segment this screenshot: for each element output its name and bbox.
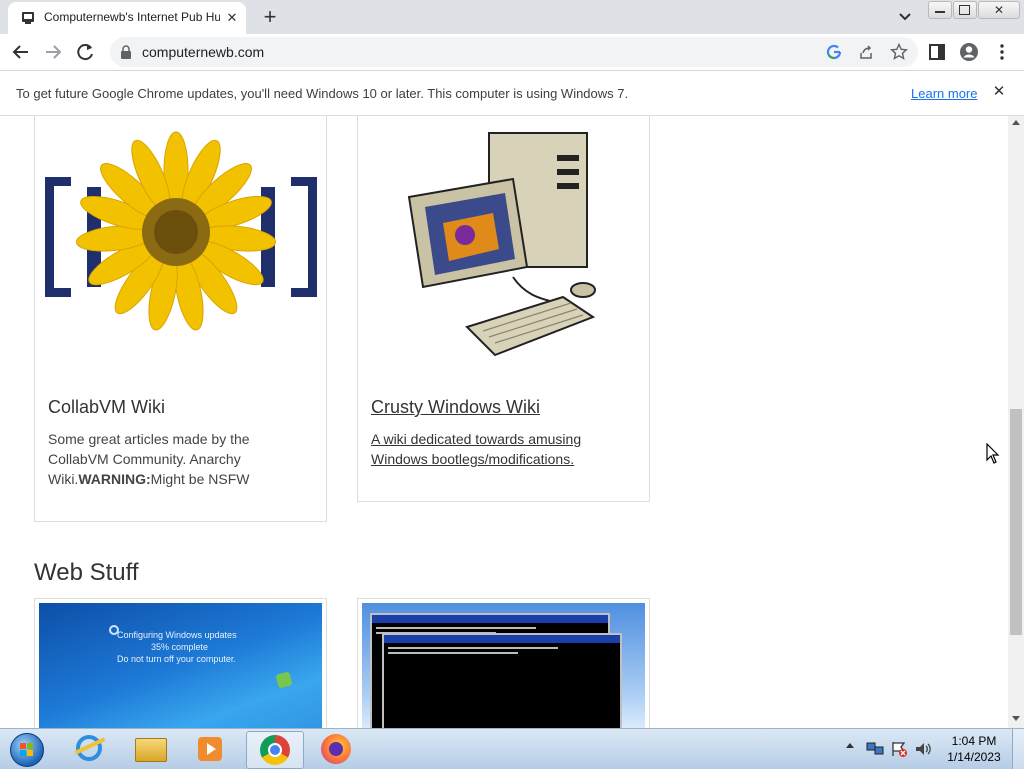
title-bar: Computernewb's Internet Pub Hub ✕ + ✕ (0, 0, 1024, 34)
side-panel-icon[interactable] (924, 40, 950, 64)
address-bar[interactable]: computernewb.com (110, 37, 918, 67)
web-stuff-card[interactable]: Configuring Windows updates 35% complete… (34, 598, 327, 728)
console-window (382, 633, 622, 728)
internet-explorer-taskbar-button[interactable] (62, 731, 118, 767)
show-hidden-icons[interactable] (846, 743, 854, 748)
page-content: CollabVM Wiki Some great articles made b… (0, 116, 1008, 728)
card-title[interactable]: CollabVM Wiki (48, 397, 165, 418)
minimize-button[interactable] (928, 1, 952, 19)
internet-explorer-icon (74, 735, 106, 761)
file-explorer-taskbar-button[interactable] (122, 731, 178, 767)
update-line: Do not turn off your computer. (117, 654, 236, 664)
reload-icon[interactable] (73, 40, 99, 64)
update-infobar: To get future Google Chrome updates, you… (0, 71, 1024, 116)
browser-tab[interactable]: Computernewb's Internet Pub Hub ✕ (8, 2, 246, 34)
site-favicon-icon (22, 12, 34, 24)
scroll-thumb[interactable] (1010, 409, 1022, 635)
retro-computer-image[interactable] (403, 127, 603, 362)
windows-logo-icon (275, 671, 293, 689)
windows-update-image[interactable]: Configuring Windows updates 35% complete… (39, 603, 322, 728)
network-icon[interactable] (866, 741, 884, 757)
card-description-warning: Might be NSFW (150, 471, 250, 487)
folder-icon (135, 738, 167, 762)
collabvm-wiki-card[interactable]: CollabVM Wiki Some great articles made b… (34, 116, 327, 522)
bookmark-star-icon[interactable] (890, 43, 908, 61)
lock-icon[interactable] (120, 45, 132, 59)
new-tab-button[interactable]: + (256, 4, 284, 30)
firefox-icon (321, 734, 351, 764)
card-description: Some great articles made by the CollabVM… (48, 429, 308, 489)
restore-button[interactable] (953, 1, 977, 19)
card-title[interactable]: Crusty Windows Wiki (371, 397, 540, 418)
tab-search-icon[interactable] (892, 6, 918, 28)
action-center-flag-icon[interactable] (890, 741, 908, 757)
scroll-up-icon[interactable] (1012, 120, 1020, 125)
media-player-taskbar-button[interactable] (182, 731, 238, 767)
chrome-taskbar-button[interactable] (246, 731, 304, 769)
volume-icon[interactable] (914, 741, 932, 757)
crusty-windows-wiki-card[interactable]: Crusty Windows Wiki A wiki dedicated tow… (357, 116, 650, 502)
mouse-cursor-icon (986, 443, 1000, 464)
menu-kebab-icon[interactable] (989, 40, 1015, 64)
scroll-down-icon[interactable] (1012, 716, 1020, 721)
google-icon[interactable] (826, 44, 842, 60)
close-window-button[interactable]: ✕ (978, 1, 1020, 19)
sunflower-logo-image[interactable] (41, 122, 321, 357)
start-orb-icon (10, 733, 44, 767)
media-player-icon (198, 737, 222, 761)
show-desktop-button[interactable] (1012, 729, 1024, 769)
forward-icon[interactable] (40, 40, 66, 64)
warning-label: WARNING: (78, 471, 151, 487)
start-button[interactable] (2, 731, 52, 767)
firefox-taskbar-button[interactable] (308, 731, 364, 767)
web-stuff-card[interactable] (357, 598, 650, 728)
update-line: Configuring Windows updates (117, 630, 237, 640)
command-prompt-image[interactable] (362, 603, 645, 728)
profile-avatar-icon[interactable] (956, 40, 982, 64)
tab-title: Computernewb's Internet Pub Hub (44, 10, 220, 24)
chrome-icon (260, 735, 290, 765)
browser-toolbar: computernewb.com (0, 34, 1024, 71)
system-clock[interactable]: 1:04 PM 1/14/2023 (940, 733, 1008, 765)
url-text: computernewb.com (142, 44, 265, 60)
infobar-message: To get future Google Chrome updates, you… (16, 86, 629, 101)
share-icon[interactable] (858, 44, 874, 60)
clock-date: 1/14/2023 (947, 750, 1001, 764)
tab-close-icon[interactable]: ✕ (222, 8, 242, 28)
section-heading: Web Stuff (34, 559, 139, 586)
windows-taskbar: 1:04 PM 1/14/2023 (0, 728, 1024, 769)
infobar-close-icon[interactable]: ✕ (990, 83, 1008, 101)
card-description[interactable]: A wiki dedicated towards amusing Windows… (371, 429, 621, 469)
back-icon[interactable] (8, 40, 34, 64)
clock-time: 1:04 PM (951, 734, 997, 748)
page-scrollbar[interactable] (1008, 116, 1024, 728)
learn-more-link[interactable]: Learn more (911, 86, 977, 101)
update-line: 35% complete (151, 642, 209, 652)
